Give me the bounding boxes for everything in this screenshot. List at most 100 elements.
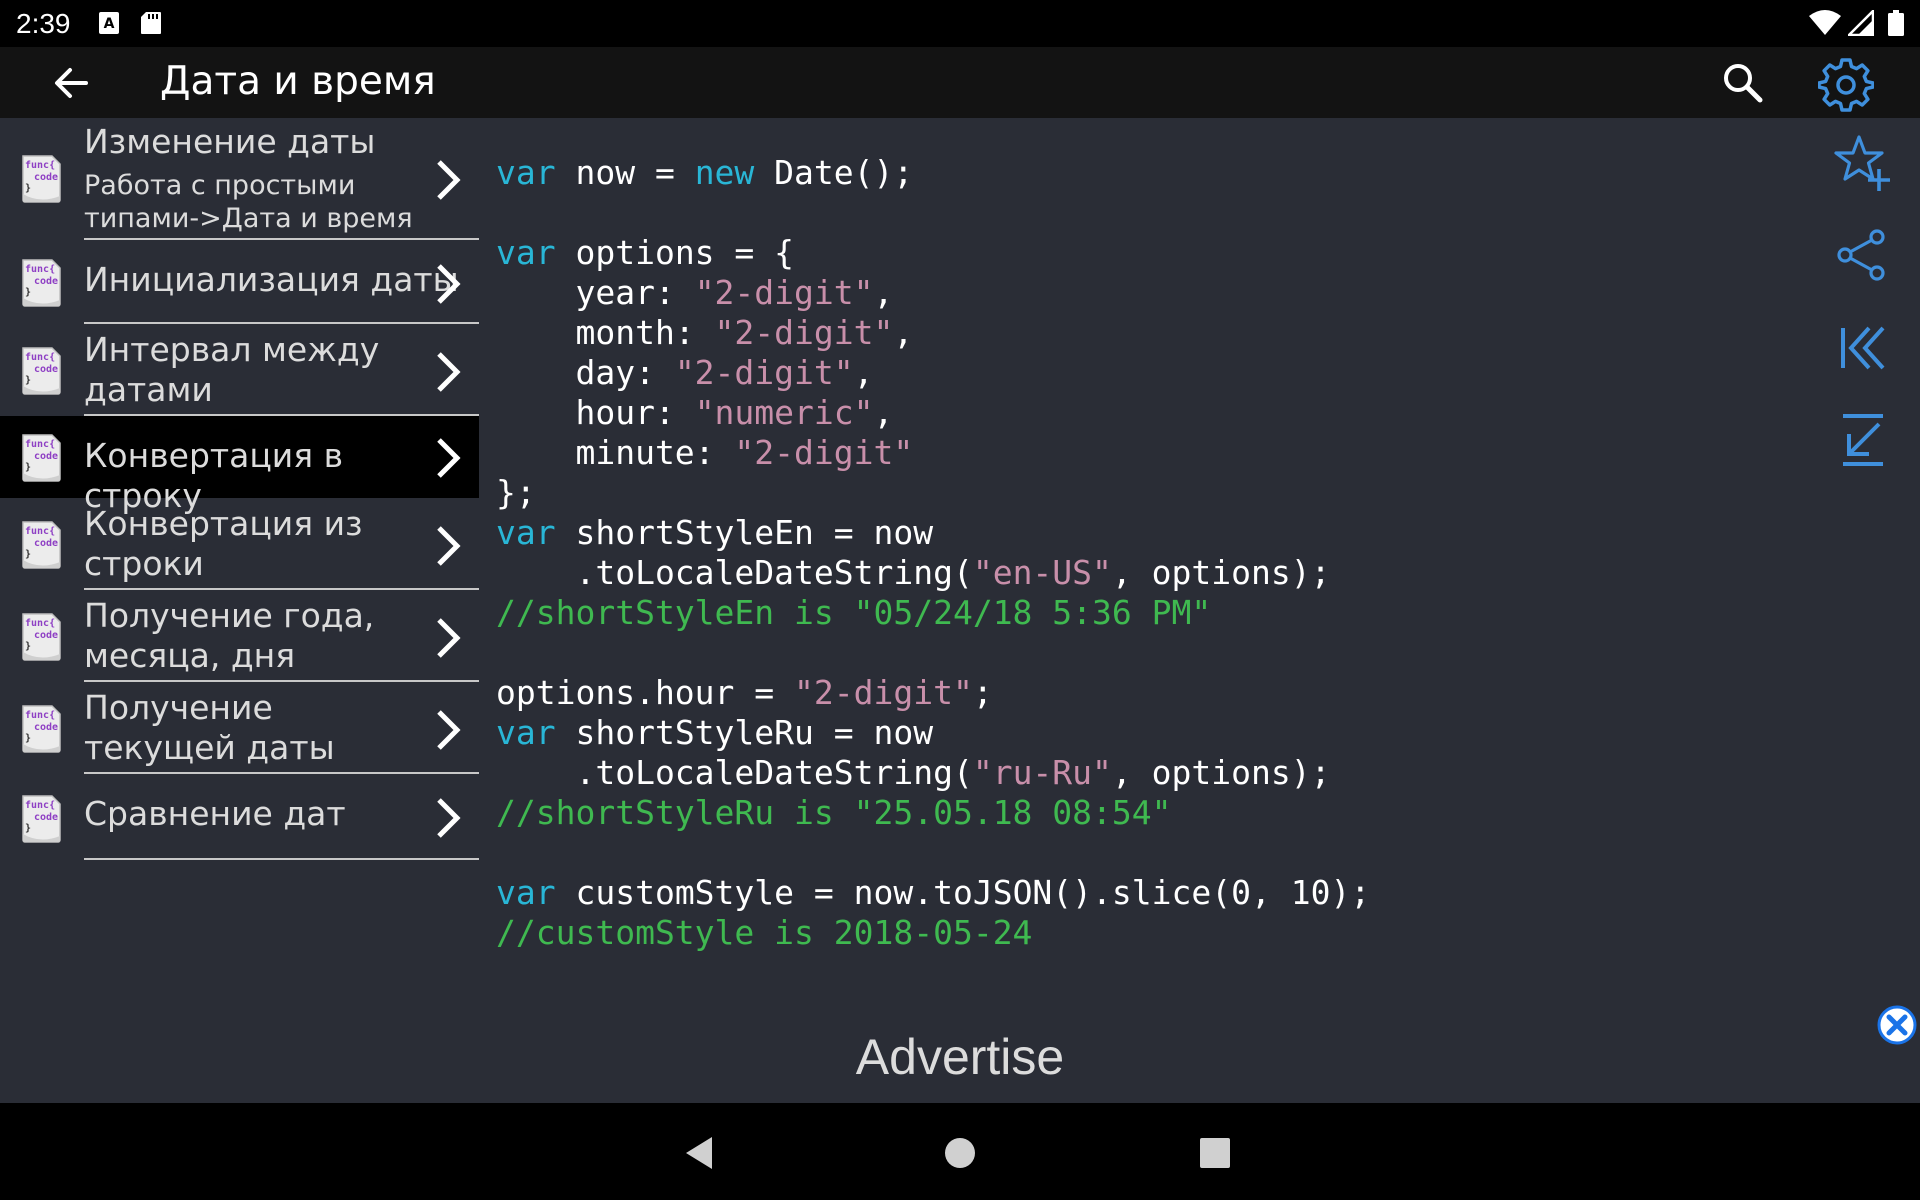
code-token: shortStyleRu = now bbox=[555, 713, 934, 752]
sidebar-item-convert-from-string[interactable]: Конвертация из строки bbox=[0, 498, 479, 590]
code-line: hour: "numeric", bbox=[496, 393, 1370, 433]
nav-home-icon[interactable] bbox=[938, 1131, 982, 1175]
status-bar: 2:39 A bbox=[0, 0, 1920, 47]
code-token: "2-digit" bbox=[734, 433, 914, 472]
code-token: Date(); bbox=[754, 153, 914, 192]
func-code-icon bbox=[22, 705, 61, 753]
code-token: , bbox=[873, 273, 894, 312]
sidebar-item-compare-dates[interactable]: Сравнение дат bbox=[0, 774, 479, 860]
func-code-icon bbox=[22, 259, 61, 307]
wifi-icon bbox=[1809, 10, 1841, 35]
code-token: "2-digit" bbox=[714, 313, 894, 352]
share-icon[interactable] bbox=[1832, 225, 1892, 285]
code-token: var bbox=[496, 233, 556, 272]
code-token: , bbox=[873, 393, 894, 432]
sidebar-item-convert-to-string[interactable]: Конвертация в строку bbox=[0, 416, 479, 515]
sidebar-item-label: Получение года, месяца, дня bbox=[84, 596, 375, 675]
code-token: "2-digit" bbox=[674, 353, 854, 392]
code-token: "ru-Ru" bbox=[972, 753, 1112, 792]
sidebar-item-change-date[interactable]: Изменение даты Работа с простыми типами-… bbox=[0, 118, 479, 240]
code-token: //shortStyleRu is "25.05.18 08:54" bbox=[496, 793, 1172, 832]
code-token: //customStyle is 2018-05-24 bbox=[496, 913, 1033, 952]
sidebar-item-get-year-month-day[interactable]: Получение года, месяца, дня bbox=[0, 590, 479, 682]
advertise-banner[interactable]: Advertise bbox=[0, 1028, 1920, 1086]
status-time: 2:39 bbox=[16, 8, 71, 39]
code-token: }; bbox=[496, 473, 536, 512]
nav-back-icon[interactable] bbox=[680, 1131, 724, 1175]
chevron-right-icon bbox=[437, 264, 461, 304]
code-token: shortStyleEn = now bbox=[555, 513, 934, 552]
close-icon[interactable] bbox=[1877, 1005, 1917, 1045]
code-token: , options); bbox=[1111, 753, 1331, 792]
func-code-icon bbox=[22, 434, 61, 482]
sidebar-item-label: Изменение даты bbox=[84, 122, 376, 161]
code-line: var shortStyleRu = now bbox=[496, 713, 1370, 753]
chevron-right-icon bbox=[437, 798, 461, 838]
code-token: , bbox=[853, 353, 874, 392]
code-token: var bbox=[496, 873, 556, 912]
code-token: minute: bbox=[496, 433, 735, 472]
nav-bar bbox=[0, 1103, 1920, 1200]
code-token: year: bbox=[496, 273, 695, 312]
chevron-right-icon bbox=[437, 710, 461, 750]
chevron-right-icon bbox=[437, 618, 461, 658]
code-token: now = bbox=[555, 153, 695, 192]
code-block: var now = new Date(); var options = { yea… bbox=[496, 153, 1370, 953]
code-line: var options = { bbox=[496, 233, 1370, 273]
code-token: var bbox=[496, 713, 556, 752]
sidebar-item-label: Конвертация из строки bbox=[84, 504, 363, 583]
func-code-icon bbox=[22, 521, 61, 569]
code-line: //customStyle is 2018-05-24 bbox=[496, 913, 1370, 953]
code-token: .toLocaleDateString( bbox=[496, 553, 973, 592]
code-token: options.hour = bbox=[496, 673, 795, 712]
code-line: .toLocaleDateString("en-US", options); bbox=[496, 553, 1370, 593]
code-token: var bbox=[496, 513, 556, 552]
code-token: day: bbox=[496, 353, 675, 392]
chevron-right-icon bbox=[437, 438, 461, 478]
code-line: var customStyle = now.toJSON().slice(0, … bbox=[496, 873, 1370, 913]
gear-icon[interactable] bbox=[1818, 56, 1874, 112]
code-token: , bbox=[893, 313, 914, 352]
code-token: "numeric" bbox=[694, 393, 874, 432]
code-token: month: bbox=[496, 313, 715, 352]
nav-recents-icon[interactable] bbox=[1193, 1131, 1237, 1175]
code-line: options.hour = "2-digit"; bbox=[496, 673, 1370, 713]
page-title: Дата и время bbox=[160, 59, 436, 104]
sidebar-item-label: Получение текущей даты bbox=[84, 688, 335, 767]
code-line: minute: "2-digit" bbox=[496, 433, 1370, 473]
code-line: }; bbox=[496, 473, 1370, 513]
code-line: var shortStyleEn = now bbox=[496, 513, 1370, 553]
star-add-icon[interactable] bbox=[1833, 133, 1893, 193]
search-icon[interactable] bbox=[1720, 60, 1766, 106]
chevron-right-icon bbox=[437, 160, 461, 200]
code-token: .toLocaleDateString( bbox=[496, 753, 973, 792]
sidebar-item-label: Инициализация даты bbox=[84, 260, 459, 299]
sidebar-item-get-current-date[interactable]: Получение текущей даты bbox=[0, 682, 479, 774]
app-bar: Дата и время bbox=[0, 47, 1920, 118]
code-line: var now = new Date(); bbox=[496, 153, 1370, 193]
sidebar-item-label: Интервал между датами bbox=[84, 330, 380, 409]
code-token: var bbox=[496, 153, 556, 192]
back-arrow-icon[interactable] bbox=[50, 61, 94, 105]
code-token: ; bbox=[972, 673, 993, 712]
chevron-right-icon bbox=[437, 526, 461, 566]
sidebar-item-init-date[interactable]: Инициализация даты bbox=[0, 240, 479, 324]
sidebar-item-date-interval[interactable]: Интервал между датами bbox=[0, 324, 479, 416]
sidebar-item-subtitle: Работа с простыми типами->Дата и время bbox=[84, 170, 413, 234]
sd-card-icon bbox=[141, 12, 161, 34]
divider bbox=[84, 858, 479, 860]
main-content: Изменение даты Работа с простыми типами-… bbox=[0, 118, 1920, 1103]
jump-down-icon[interactable] bbox=[1833, 410, 1893, 470]
func-code-icon bbox=[22, 613, 61, 661]
a-notification-icon: A bbox=[99, 12, 119, 34]
signal-icon bbox=[1848, 10, 1874, 36]
battery-icon bbox=[1888, 10, 1904, 36]
jump-to-start-icon[interactable] bbox=[1833, 318, 1893, 378]
code-line: year: "2-digit", bbox=[496, 273, 1370, 313]
sidebar-item-label: Сравнение дат bbox=[84, 794, 346, 833]
code-token: customStyle = now.toJSON().slice(0, 10); bbox=[555, 873, 1371, 912]
code-token: , options); bbox=[1111, 553, 1331, 592]
